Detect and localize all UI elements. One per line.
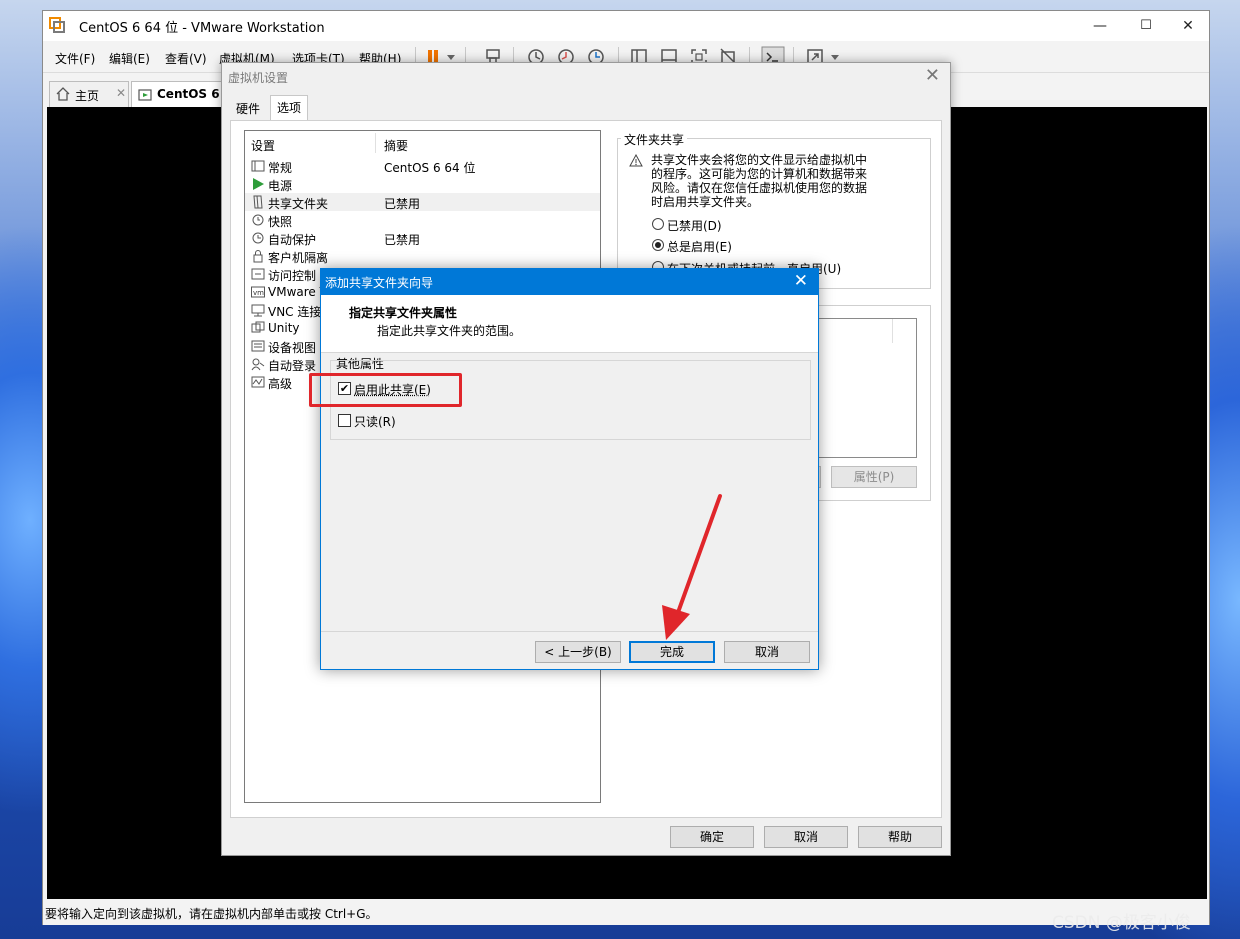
vnc-icon <box>251 304 265 317</box>
list-item-shared-folders[interactable]: 共享文件夹 已禁用 <box>245 193 600 211</box>
general-icon <box>251 160 265 172</box>
wizard-close-icon[interactable]: ✕ <box>794 271 808 291</box>
wizard-heading: 指定共享文件夹属性 <box>349 306 458 320</box>
close-button[interactable]: ✕ <box>1165 13 1211 39</box>
menu-file[interactable]: 文件(F) <box>55 50 95 67</box>
read-only-checkbox[interactable] <box>338 414 351 427</box>
unity-icon <box>251 321 265 333</box>
wizard-cancel-button[interactable]: 取消 <box>724 641 810 663</box>
warning-icon <box>629 154 643 167</box>
window-title: CentOS 6 64 位 - VMware Workstation <box>79 21 325 36</box>
autoprotect-icon <box>252 232 264 244</box>
minimize-button[interactable]: — <box>1077 13 1123 39</box>
tab-hardware[interactable]: 硬件 <box>230 97 266 119</box>
red-arrow-annotation <box>662 494 722 640</box>
wizard-header: 指定共享文件夹属性 指定此共享文件夹的范围。 <box>321 295 818 353</box>
status-text: 要将输入定向到该虚拟机，请在虚拟机内部单击或按 Ctrl+G。 <box>45 907 378 921</box>
menu-edit[interactable]: 编辑(E) <box>109 50 150 67</box>
svg-text:vm: vm <box>253 289 264 297</box>
advanced-icon <box>251 376 265 388</box>
tab-home[interactable]: 主页 ✕ <box>49 81 129 107</box>
autologin-icon <box>251 358 265 371</box>
folder-properties-button[interactable]: 属性(P) <box>831 466 917 488</box>
read-only-label[interactable]: 只读(R) <box>354 413 396 430</box>
cancel-button[interactable]: 取消 <box>764 826 848 848</box>
highlight-box-annotation <box>309 373 462 407</box>
power-play-icon <box>253 178 264 190</box>
radio-disabled[interactable] <box>652 218 664 230</box>
list-item-general[interactable]: 常规 CentOS 6 64 位 <box>245 157 600 175</box>
device-view-icon <box>251 340 265 352</box>
shared-folder-icon <box>253 195 263 209</box>
tab-home-label: 主页 <box>75 89 100 103</box>
csdn-watermark: CSDN @极客小俊 <box>1052 913 1191 933</box>
list-item-power[interactable]: 电源 <box>245 175 600 193</box>
snapshot-icon <box>252 214 264 226</box>
settings-close-icon[interactable]: ✕ <box>925 65 940 86</box>
menu-view[interactable]: 查看(V) <box>165 50 207 67</box>
lock-icon <box>253 250 263 263</box>
column-header-summary[interactable]: 摘要 <box>384 137 408 154</box>
status-bar: 要将输入定向到该虚拟机，请在虚拟机内部单击或按 Ctrl+G。 <box>43 903 1209 925</box>
settings-dialog-title: 虚拟机设置 <box>228 71 289 85</box>
wizard-subheading: 指定此共享文件夹的范围。 <box>377 324 522 338</box>
maximize-button[interactable]: ☐ <box>1123 13 1169 39</box>
radio-always-enabled[interactable] <box>652 239 664 251</box>
tab-home-close-icon[interactable]: ✕ <box>116 86 126 100</box>
access-control-icon <box>251 268 265 280</box>
tab-options[interactable]: 选项 <box>270 95 309 121</box>
add-shared-folder-wizard: 添加共享文件夹向导 ✕ 指定共享文件夹属性 指定此共享文件夹的范围。 其他属性 … <box>320 268 819 670</box>
wizard-title-bar: 添加共享文件夹向导 ✕ <box>321 269 818 295</box>
title-bar: CentOS 6 64 位 - VMware Workstation — ☐ ✕ <box>43 11 1209 41</box>
list-item-snapshots[interactable]: 快照 <box>245 211 600 229</box>
radio-disabled-label[interactable]: 已禁用(D) <box>667 217 722 234</box>
list-item-guest-isolation[interactable]: 客户机隔离 <box>245 247 600 265</box>
vmware-app-icon <box>49 17 65 33</box>
list-item-autoprotect[interactable]: 自动保护 已禁用 <box>245 229 600 247</box>
tab-centos[interactable]: CentOS 6 64 <box>131 81 240 107</box>
folder-sharing-warning: 共享文件夹会将您的文件显示给虚拟机中 的程序。这可能为您的计算机和数据带来 风险… <box>651 153 868 209</box>
radio-always-enabled-label[interactable]: 总是启用(E) <box>667 238 732 255</box>
wizard-title: 添加共享文件夹向导 <box>325 276 434 290</box>
vm-tools-icon: vm <box>251 286 265 298</box>
vm-running-icon <box>138 89 152 101</box>
back-button[interactable]: < 上一步(B) <box>535 641 621 663</box>
ok-button[interactable]: 确定 <box>670 826 754 848</box>
help-button[interactable]: 帮助 <box>858 826 942 848</box>
folder-sharing-label: 文件夹共享 <box>621 131 688 148</box>
home-icon <box>56 87 70 101</box>
column-header-setting[interactable]: 设置 <box>251 137 275 154</box>
